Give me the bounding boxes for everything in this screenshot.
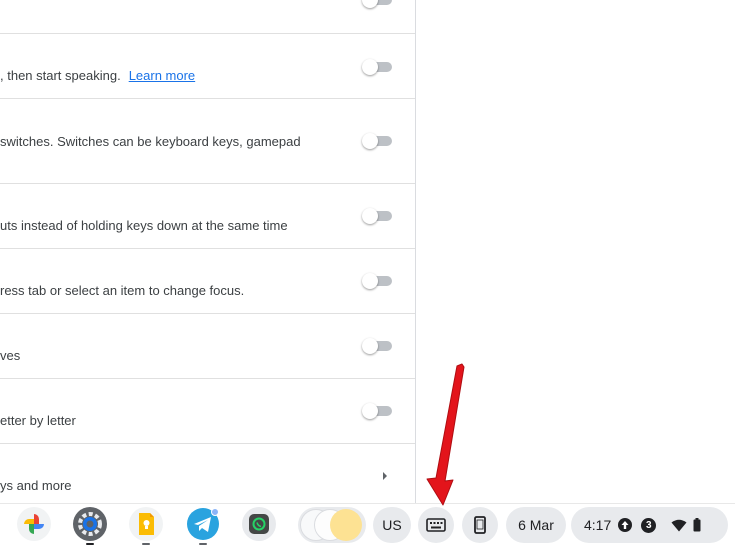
settings-icon	[73, 507, 107, 541]
toggle-switch[interactable]	[362, 403, 392, 419]
learn-more-link[interactable]: Learn more	[129, 68, 195, 83]
update-available-icon	[618, 518, 633, 532]
status-area-button[interactable]: 4:17 3	[571, 507, 728, 543]
toggle-switch[interactable]	[362, 338, 392, 354]
settings-row[interactable]: etter by letter	[0, 378, 415, 444]
running-indicator	[142, 543, 150, 545]
row-description: , then start speaking.	[0, 68, 121, 83]
telegram-icon	[187, 508, 219, 540]
holding-space-tray[interactable]	[298, 507, 366, 543]
toggle-switch[interactable]	[362, 273, 392, 289]
row-description: ves	[0, 348, 21, 363]
settings-app-button[interactable]	[73, 507, 107, 541]
photos-icon	[17, 507, 51, 541]
telegram-app-button[interactable]	[186, 507, 220, 541]
settings-row[interactable]: ys and more	[0, 443, 415, 503]
settings-row[interactable]: , then start speaking. Learn more	[0, 33, 415, 99]
keep-icon	[129, 507, 163, 541]
settings-row[interactable]: uts instead of holding keys down at the …	[0, 183, 415, 249]
photos-app-button[interactable]	[17, 507, 51, 541]
notification-counter: 3	[641, 517, 657, 533]
settings-row[interactable]: ves	[0, 313, 415, 379]
settings-row[interactable]: ress tab or select an item to change foc…	[0, 248, 415, 314]
row-description: ys and more	[0, 478, 72, 493]
toggle-switch[interactable]	[362, 133, 392, 149]
ime-label: US	[382, 517, 402, 533]
chevron-right-icon	[383, 472, 387, 480]
ime-menu-button[interactable]: US	[373, 507, 411, 543]
row-description: switches. Switches can be keyboard keys,…	[0, 134, 301, 149]
virtual-keyboard-button[interactable]	[418, 507, 454, 543]
toggle-switch-partial[interactable]	[362, 0, 392, 8]
toggle-switch[interactable]	[362, 59, 392, 75]
whatsapp-app-button[interactable]	[242, 507, 276, 541]
date-tray-button[interactable]: 6 Mar	[506, 507, 566, 543]
phone-hub-button[interactable]	[462, 507, 498, 543]
keep-app-button[interactable]	[129, 507, 163, 541]
wifi-icon	[671, 519, 687, 531]
settings-panel: , then start speaking. Learn more switche…	[0, 0, 415, 503]
row-description: ress tab or select an item to change foc…	[0, 283, 245, 298]
panel-divider	[415, 0, 416, 503]
keyboard-icon	[426, 518, 446, 532]
row-description: etter by letter	[0, 413, 76, 428]
notification-count: 3	[645, 519, 652, 531]
whatsapp-icon	[242, 507, 276, 541]
row-description: uts instead of holding keys down at the …	[0, 218, 288, 233]
time-label: 4:17	[584, 517, 612, 533]
phone-icon	[474, 516, 486, 534]
battery-icon	[693, 518, 701, 532]
settings-row[interactable]: switches. Switches can be keyboard keys,…	[0, 98, 415, 184]
running-indicator	[199, 543, 207, 545]
toggle-switch[interactable]	[362, 208, 392, 224]
date-label: 6 Mar	[518, 517, 554, 533]
file-thumbnail	[330, 509, 362, 541]
running-indicator	[86, 543, 94, 545]
